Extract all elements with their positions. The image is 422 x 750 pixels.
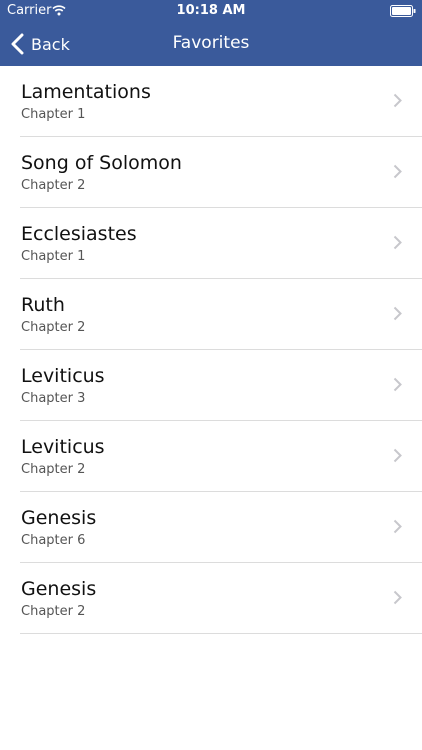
list-item-subtitle: Chapter 2 <box>21 320 86 335</box>
list-item[interactable]: Genesis Chapter 6 <box>20 492 422 563</box>
list-item[interactable]: Leviticus Chapter 2 <box>20 421 422 492</box>
chevron-right-icon <box>393 93 402 108</box>
status-bar: Carrier 10:18 AM <box>0 0 422 22</box>
list-item-subtitle: Chapter 1 <box>21 249 86 264</box>
list-item-title: Song of Solomon <box>21 152 182 174</box>
list-item-title: Ecclesiastes <box>21 223 137 245</box>
list-item-subtitle: Chapter 2 <box>21 604 86 619</box>
list-item[interactable]: Ruth Chapter 2 <box>20 279 422 350</box>
list-item[interactable]: Genesis Chapter 2 <box>20 563 422 634</box>
list-item[interactable]: Lamentations Chapter 1 <box>20 66 422 137</box>
list-item[interactable]: Leviticus Chapter 3 <box>20 350 422 421</box>
list-item-title: Genesis <box>21 507 97 529</box>
chevron-right-icon <box>393 519 402 534</box>
chevron-right-icon <box>393 306 402 321</box>
header: Carrier 10:18 AM Back Favorites <box>0 0 422 66</box>
nav-bar: Back Favorites <box>0 22 422 66</box>
list-item-subtitle: Chapter 6 <box>21 533 86 548</box>
list-item[interactable]: Ecclesiastes Chapter 1 <box>20 208 422 279</box>
chevron-right-icon <box>393 590 402 605</box>
list-item-title: Leviticus <box>21 436 105 458</box>
chevron-right-icon <box>393 164 402 179</box>
list-item-title: Leviticus <box>21 365 105 387</box>
list-item-subtitle: Chapter 2 <box>21 462 86 477</box>
list-item-subtitle: Chapter 3 <box>21 391 86 406</box>
list-item-title: Ruth <box>21 294 65 316</box>
list-item-subtitle: Chapter 1 <box>21 107 86 122</box>
chevron-right-icon <box>393 377 402 392</box>
list-item-title: Lamentations <box>21 81 151 103</box>
chevron-right-icon <box>393 235 402 250</box>
battery-icon <box>390 5 416 17</box>
page-title: Favorites <box>172 33 250 53</box>
list-item-subtitle: Chapter 2 <box>21 178 86 193</box>
status-time: 10:18 AM <box>176 3 246 18</box>
list-item-title: Genesis <box>21 578 97 600</box>
chevron-right-icon <box>393 448 402 463</box>
favorites-list: Lamentations Chapter 1 Song of Solomon C… <box>0 66 422 634</box>
list-item[interactable]: Song of Solomon Chapter 2 <box>20 137 422 208</box>
